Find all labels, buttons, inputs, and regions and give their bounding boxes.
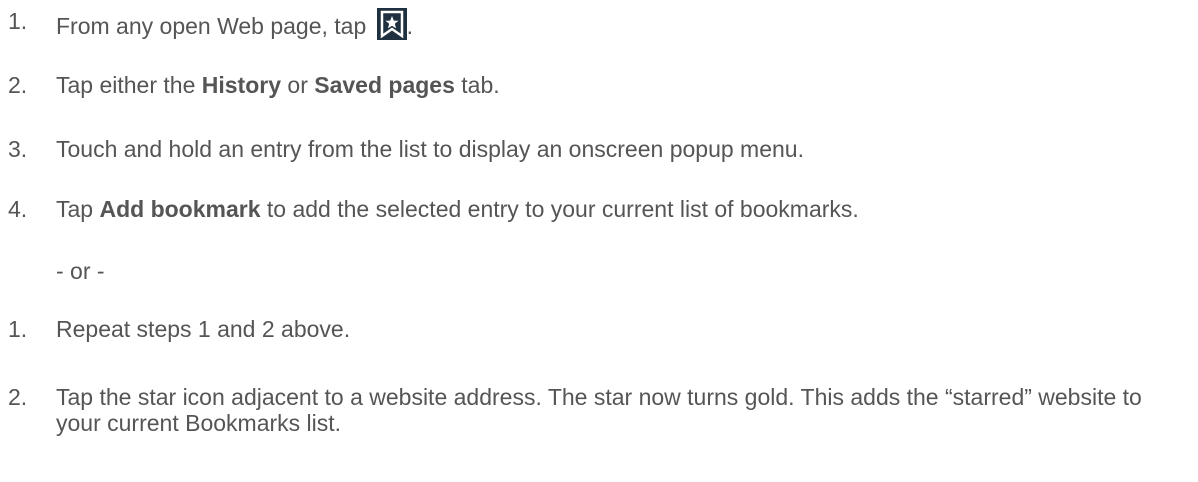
step-number: 2. <box>8 384 28 410</box>
or-text: - or - <box>56 258 105 284</box>
step-text-part: tab. <box>454 72 500 98</box>
list-b-step-2: 2. Tap the star icon adjacent to a websi… <box>0 384 1198 444</box>
step-text-part: to add the selected entry to your curren… <box>260 196 859 222</box>
step-text: Tap the star icon adjacent to a website … <box>56 384 1142 436</box>
history-tab-label: History <box>201 72 282 98</box>
step-number: 1. <box>8 316 28 342</box>
step-text-part: Tap either the <box>56 72 202 98</box>
saved-pages-tab-label: Saved pages <box>314 72 455 98</box>
step-number: 1. <box>8 8 28 34</box>
step-number: 4. <box>8 196 28 222</box>
bookmark-star-icon <box>376 8 407 40</box>
step-text: Tap Add bookmark to add the selected ent… <box>56 196 859 223</box>
step-number: 3. <box>8 136 28 162</box>
add-bookmark-label: Add bookmark <box>99 196 261 222</box>
step-text-part: Tap <box>56 196 100 222</box>
step-text-after: . <box>406 13 414 39</box>
step-text: Touch and hold an entry from the list to… <box>56 136 804 162</box>
step-text-before: From any open Web page, tap <box>56 13 367 39</box>
step-text-part: or <box>281 72 315 98</box>
step-number: 2. <box>8 72 28 98</box>
step-text: Repeat steps 1 and 2 above. <box>56 316 351 342</box>
step-text: Tap either the History or Saved pages ta… <box>56 72 500 99</box>
step-text: From any open Web page, tap . <box>56 8 413 40</box>
